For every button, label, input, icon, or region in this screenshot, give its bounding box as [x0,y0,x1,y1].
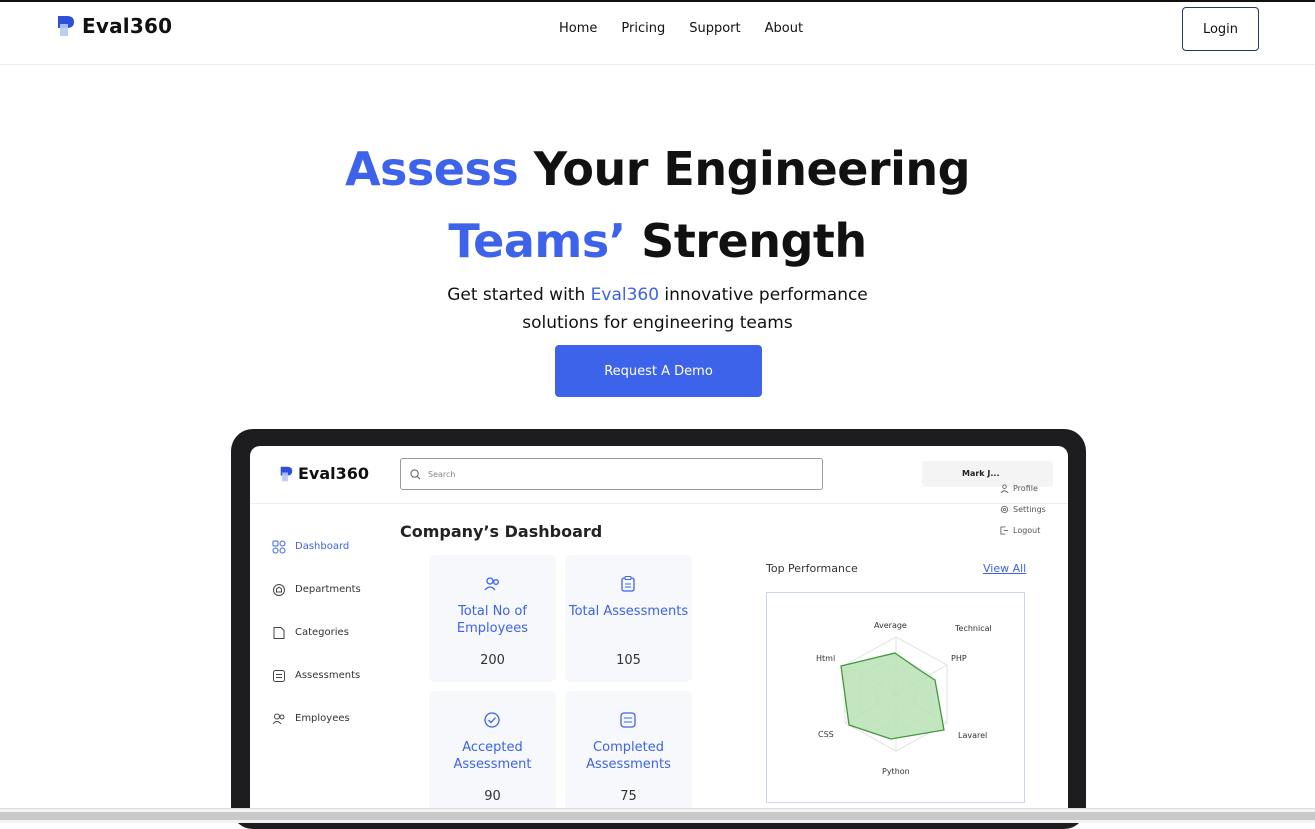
stat-label: Accepted Assessment [453,740,532,772]
sidebar-item-assessments[interactable]: Assessments [272,654,361,697]
dashboard-search-input[interactable]: Search [400,458,823,490]
header-divider [250,503,1068,504]
list-check-icon [620,712,636,728]
brand-logo[interactable]: Eval360 [57,14,172,38]
radar-label-average: Average [874,621,907,630]
list-icon [273,669,285,682]
search-icon [410,468,421,479]
nav-link-support[interactable]: Support [689,21,740,36]
top-performance-title: Top Performance [766,562,858,575]
menu-label: Settings [1013,505,1046,514]
stat-value: 105 [616,653,641,668]
radar-chart: Average Technical PHP Lavarel Python CSS… [766,592,1025,803]
logo-icon [58,16,74,36]
search-placeholder: Search [428,469,456,479]
menu-item-profile[interactable]: Profile [1000,478,1052,499]
nav-links: Home Pricing Support About [559,21,803,36]
sidebar-item-label: Categories [295,627,349,638]
sidebar-item-dashboard[interactable]: Dashboard [272,525,361,568]
user-menu: Profile Settings Logout [1000,478,1052,541]
radar-label-technical: Technical [955,624,992,633]
dashboard-brand: Eval360 [280,464,369,483]
user-name: Mark J... [962,469,1000,478]
sidebar-item-categories[interactable]: Categories [272,611,361,654]
stat-label: Completed Assessments [586,740,671,772]
menu-label: Profile [1013,484,1038,493]
request-demo-button[interactable]: Request A Demo [555,345,762,397]
radar-label-html: Html [816,654,836,663]
sidebar-item-label: Dashboard [295,541,350,552]
nav-link-home[interactable]: Home [559,21,597,36]
users-icon [484,577,499,591]
dashboard-brand-name: Eval360 [298,464,370,483]
dashboard-sidebar: Dashboard Departments Categories Assessm… [272,525,361,740]
hero-title-highlight-1: Assess [344,142,519,196]
clipboard-icon [621,575,635,592]
radar-label-python: Python [882,767,910,776]
scrollbar-thumb[interactable] [0,812,1315,820]
nav-link-about[interactable]: About [765,21,803,36]
nav-link-pricing[interactable]: Pricing [621,21,665,36]
check-circle-icon [484,712,500,728]
building-icon [273,583,285,596]
stat-card-accepted[interactable]: Accepted Assessment 90 [429,691,556,816]
hero-title: Assess Your Engineering Teams’ Strength [0,133,1315,277]
login-button[interactable]: Login [1182,7,1259,51]
sidebar-item-label: Assessments [295,670,361,681]
sidebar-item-employees[interactable]: Employees [272,697,361,740]
radar-label-php: PHP [951,654,967,663]
hero-sub-line2: solutions for engineering teams [522,313,793,333]
hero-title-highlight-2: Teams’ [448,214,626,268]
hero-sub-brand: Eval360 [590,285,660,305]
user-icon [1000,484,1009,493]
stat-label: Total No of Employees [456,604,529,636]
menu-label: Logout [1013,526,1041,535]
dashboard-preview: Eval360 Search Mark J... Profile Setting… [250,446,1068,816]
hero-sub-post: innovative performance [659,285,868,305]
sidebar-item-departments[interactable]: Departments [272,568,361,611]
sidebar-item-label: Departments [295,584,361,595]
stat-card-assessments[interactable]: Total Assessments 105 [565,555,692,682]
radar-label-css: CSS [818,730,834,739]
brand-name: Eval360 [82,14,173,38]
logout-icon [1000,526,1009,535]
gear-icon [1000,505,1009,514]
stat-card-completed[interactable]: Completed Assessments 75 [565,691,692,816]
hero-title-text-2: Strength [625,214,867,268]
radar-label-lavarel: Lavarel [958,731,988,740]
stat-card-employees[interactable]: Total No of Employees 200 [429,555,556,682]
hero-subtitle: Get started with Eval360 innovative perf… [0,281,1315,337]
grid-icon [272,540,286,553]
stat-label: Total Assessments [568,604,689,619]
hero-title-text-1: Your Engineering [518,142,971,196]
stat-value: 75 [620,789,637,804]
folder-icon [273,626,285,639]
sidebar-item-label: Employees [295,713,350,724]
hero-sub-pre: Get started with [447,285,591,305]
menu-item-logout[interactable]: Logout [1000,520,1052,541]
users-icon [272,713,285,724]
logo-icon [280,466,293,481]
navbar: Eval360 Home Pricing Support About Login [0,2,1315,65]
stat-value: 90 [484,789,501,804]
dashboard-title: Company’s Dashboard [400,522,603,541]
view-all-link[interactable]: View All [983,562,1026,575]
stat-value: 200 [480,653,505,668]
